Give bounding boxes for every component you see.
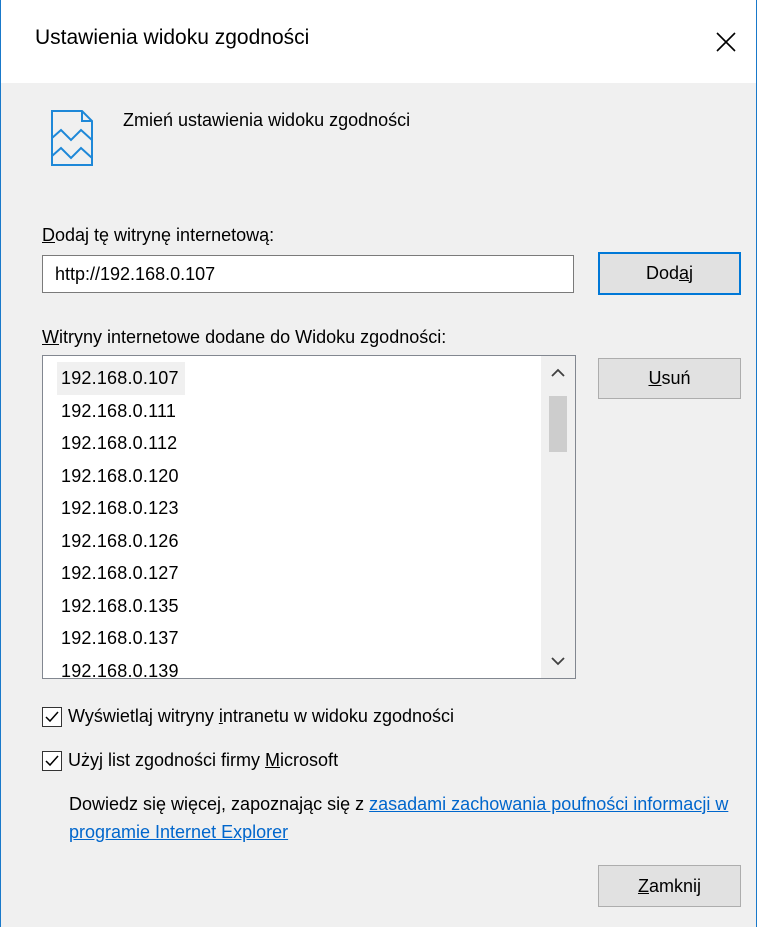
sites-listbox[interactable]: 192.168.0.107 192.168.0.111 192.168.0.112 1…: [42, 355, 576, 679]
remove-button-label: Usuń: [648, 368, 691, 388]
microsoft-list-option[interactable]: Użyj list zgodności firmy Microsoft: [42, 750, 338, 771]
checkmark-icon: [45, 755, 59, 766]
list-item[interactable]: 192.168.0.126: [57, 525, 537, 558]
intranet-checkbox[interactable]: [42, 706, 62, 727]
intranet-option[interactable]: Wyświetlaj witryny intranetu w widoku zg…: [42, 706, 454, 727]
close-dialog-button[interactable]: Zamknij: [598, 865, 741, 907]
close-icon: [716, 31, 736, 52]
list-item[interactable]: 192.168.0.111: [57, 395, 537, 428]
sites-list-label-hotkey: W: [42, 327, 59, 347]
privacy-info: Dowiedz się więcej, zapoznając się z zas…: [69, 790, 739, 846]
add-site-input[interactable]: [42, 255, 574, 293]
list-item[interactable]: 192.168.0.127: [57, 557, 537, 590]
sites-list-items: 192.168.0.107 192.168.0.111 192.168.0.112 1…: [57, 362, 537, 679]
checkmark-icon: [45, 711, 59, 722]
list-item[interactable]: 192.168.0.120: [57, 460, 537, 493]
scroll-thumb[interactable]: [549, 396, 567, 452]
title-bar: Ustawienia widoku zgodności: [1, 0, 756, 83]
window-title: Ustawienia widoku zgodności: [35, 26, 310, 49]
add-site-label-hotkey: D: [42, 225, 55, 245]
add-button[interactable]: Dodaj: [598, 252, 741, 295]
scroll-down-button[interactable]: [541, 644, 575, 678]
add-button-label: Dodaj: [645, 263, 694, 283]
add-site-label: Dodaj tę witrynę internetową:: [42, 225, 274, 246]
remove-button[interactable]: Usuń: [598, 358, 741, 399]
sites-list-label-text: itryny internetowe dodane do Widoku zgod…: [59, 327, 447, 347]
list-item[interactable]: 192.168.0.135: [57, 590, 537, 623]
privacy-info-text: Dowiedz się więcej, zapoznając się z: [69, 794, 370, 814]
compatibility-view-dialog: Ustawienia widoku zgodności Zmień ustawi…: [0, 0, 757, 927]
sites-list-scrollbar[interactable]: [541, 356, 575, 678]
intranet-option-label: Wyświetlaj witryny intranetu w widoku zg…: [68, 706, 454, 726]
add-site-label-text: odaj tę witrynę internetową:: [55, 225, 275, 245]
close-dialog-button-label: Zamknij: [637, 875, 701, 896]
list-item[interactable]: 192.168.0.107: [57, 362, 185, 395]
header-text: Zmień ustawienia widoku zgodności: [123, 110, 411, 130]
scroll-up-button[interactable]: [541, 356, 575, 390]
list-item[interactable]: 192.168.0.123: [57, 492, 537, 525]
list-item[interactable]: 192.168.0.139: [57, 655, 537, 679]
chevron-down-icon: [551, 657, 565, 666]
chevron-up-icon: [551, 368, 565, 377]
microsoft-list-checkbox[interactable]: [42, 750, 62, 771]
sites-list-label: Witryny internetowe dodane do Widoku zgo…: [42, 327, 446, 348]
list-item[interactable]: 192.168.0.112: [57, 427, 537, 460]
compatibility-view-icon: [51, 110, 93, 166]
list-item[interactable]: 192.168.0.137: [57, 622, 537, 655]
close-button[interactable]: [696, 0, 756, 83]
microsoft-list-option-label: Użyj list zgodności firmy Microsoft: [68, 750, 339, 770]
